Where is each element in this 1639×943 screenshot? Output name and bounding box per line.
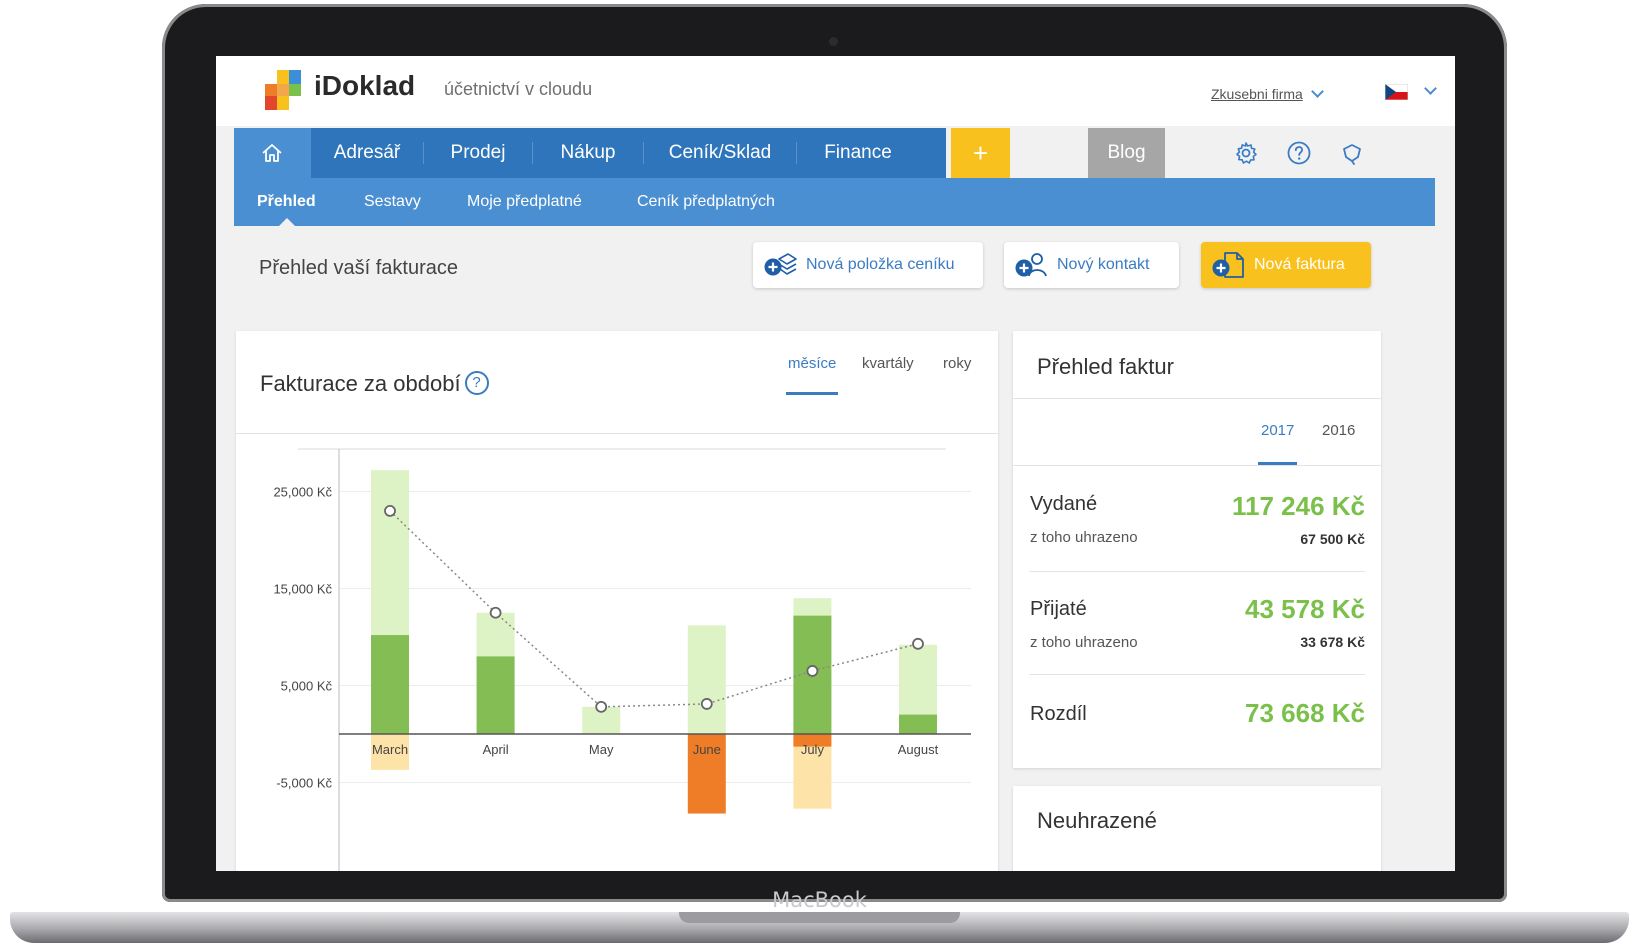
new-price-item-label: Nová položka ceníku (806, 256, 955, 273)
page-title: Přehled vaší fakturace (259, 257, 458, 279)
tagline: účetnictví v cloudu (444, 79, 593, 99)
tab-months[interactable]: měsíce (788, 355, 836, 372)
gear-icon[interactable] (1234, 141, 1258, 165)
main-nav: Adresář Prodej Nákup Ceník/Sklad Finance… (234, 128, 1435, 178)
nav-item-prodej[interactable]: Prodej (424, 128, 532, 178)
nav-item-nakup[interactable]: Nákup (533, 128, 643, 178)
app-screen: iDoklad účetnictví v cloudu Zkusebni fir… (216, 56, 1455, 871)
active-indicator (279, 218, 295, 226)
active-tab-underline (786, 392, 838, 395)
new-invoice-label: Nová faktura (1254, 256, 1345, 273)
subnav-item-moje-predplatne[interactable]: Moje předplatné (467, 178, 582, 226)
received-paid-label: z toho uhrazeno (1030, 634, 1138, 651)
issued-paid-amount: 67 500 Kč (1300, 531, 1365, 547)
invoicing-chart: 25,000 Kč 15,000 Kč 5,000 Kč -5,000 Kč March… (273, 448, 971, 871)
czech-flag-icon[interactable] (1385, 84, 1408, 100)
chart-title-text: Fakturace za období (260, 371, 461, 396)
device-label: MacBook (772, 888, 867, 912)
notification-icon[interactable] (1340, 141, 1364, 165)
tab-quarters[interactable]: kvartály (862, 355, 914, 372)
new-invoice-button[interactable]: Nová faktura (1201, 242, 1371, 288)
chart-card-title: Fakturace za období? (260, 371, 489, 397)
unpaid-card-title: Neuhrazené (1037, 808, 1157, 833)
nav-home[interactable] (234, 128, 311, 178)
summary-divider (1013, 398, 1381, 399)
company-selector[interactable]: Zkusebni firma (1211, 85, 1324, 102)
trend-point (806, 665, 819, 677)
x-tick-label: April (483, 742, 509, 757)
issued-label: Vydané (1030, 493, 1098, 515)
nav-item-adresar[interactable]: Adresář (311, 128, 423, 178)
issued-paid-label: z toho uhrazeno (1030, 529, 1138, 546)
issued-amount: 117 246 Kč (1231, 491, 1365, 521)
x-tick-label: August (898, 742, 939, 757)
tab-year-2017[interactable]: 2017 (1261, 422, 1294, 439)
subnav-item-cenik-predplatnych[interactable]: Ceník předplatných (637, 178, 775, 226)
x-tick-label: July (801, 742, 825, 757)
new-contact-button[interactable]: Nový kontakt (1004, 242, 1179, 288)
chart-header-divider (236, 433, 998, 434)
nav-item-finance[interactable]: Finance (797, 128, 919, 178)
trend-point (912, 637, 924, 650)
x-tick-label: May (589, 742, 614, 757)
laptop-notch (679, 912, 960, 923)
summary-card-title: Přehled faktur (1037, 354, 1174, 379)
help-icon[interactable] (1287, 141, 1311, 165)
trend-line (389, 510, 919, 708)
invoice-icon (1212, 252, 1244, 278)
row-divider (1029, 674, 1365, 675)
chevron-down-icon (1310, 85, 1324, 98)
x-tick-label: June (693, 742, 721, 757)
subnav-item-sestavy[interactable]: Sestavy (364, 178, 421, 226)
row-divider (1029, 571, 1365, 572)
trend-point (384, 505, 396, 517)
received-paid-amount: 33 678 Kč (1300, 634, 1365, 650)
contact-icon (1015, 253, 1047, 277)
unpaid-card: Neuhrazené (1013, 786, 1381, 871)
home-icon (262, 144, 282, 162)
y-tick-label: 5,000 Kč (281, 679, 333, 694)
trend-point (700, 698, 713, 710)
difference-label: Rozdíl (1030, 703, 1087, 725)
x-tick-label: March (372, 742, 408, 757)
received-amount: 43 578 Kč (1245, 594, 1365, 624)
y-tick-label: -5,000 Kč (276, 776, 332, 791)
price-item-icon (764, 253, 797, 276)
help-icon[interactable]: ? (464, 371, 489, 396)
issued-bar (687, 625, 726, 734)
paid-bar (899, 714, 937, 734)
top-bar: iDoklad účetnictví v cloudu Zkusebni fir… (216, 56, 1455, 126)
tab-years[interactable]: roky (943, 355, 971, 372)
camera-icon (829, 37, 838, 46)
language-chevron-icon[interactable] (1424, 82, 1437, 95)
y-tick-label: 25,000 Kč (273, 485, 332, 500)
received-label: Přijaté (1030, 598, 1087, 620)
company-name: Zkusebni firma (1211, 86, 1303, 102)
trend-point (595, 700, 608, 713)
sub-nav: Přehled Sestavy Moje předplatné Ceník př… (234, 178, 1435, 226)
blog-button[interactable]: Blog (1088, 128, 1165, 178)
trend-point (489, 606, 502, 619)
paid-bar (476, 656, 515, 734)
new-contact-label: Nový kontakt (1057, 256, 1150, 273)
invoice-summary-card: Přehled faktur 2017 2016 Vydané 117 246 … (1013, 331, 1381, 768)
invoicing-chart-card: Fakturace za období? měsíce kvartály rok… (236, 331, 998, 871)
brand-name: iDoklad (314, 70, 416, 101)
tab-year-2016[interactable]: 2016 (1322, 422, 1355, 439)
y-tick-label: 15,000 Kč (273, 582, 332, 597)
add-button[interactable]: + (951, 128, 1010, 178)
idoklad-logo-icon[interactable] (263, 68, 307, 112)
summary-divider (1013, 465, 1381, 466)
new-price-item-button[interactable]: Nová položka ceníku (753, 242, 983, 288)
difference-amount: 73 668 Kč (1245, 698, 1365, 728)
nav-item-cenik-sklad[interactable]: Ceník/Sklad (644, 128, 796, 178)
paid-bar (371, 635, 409, 734)
